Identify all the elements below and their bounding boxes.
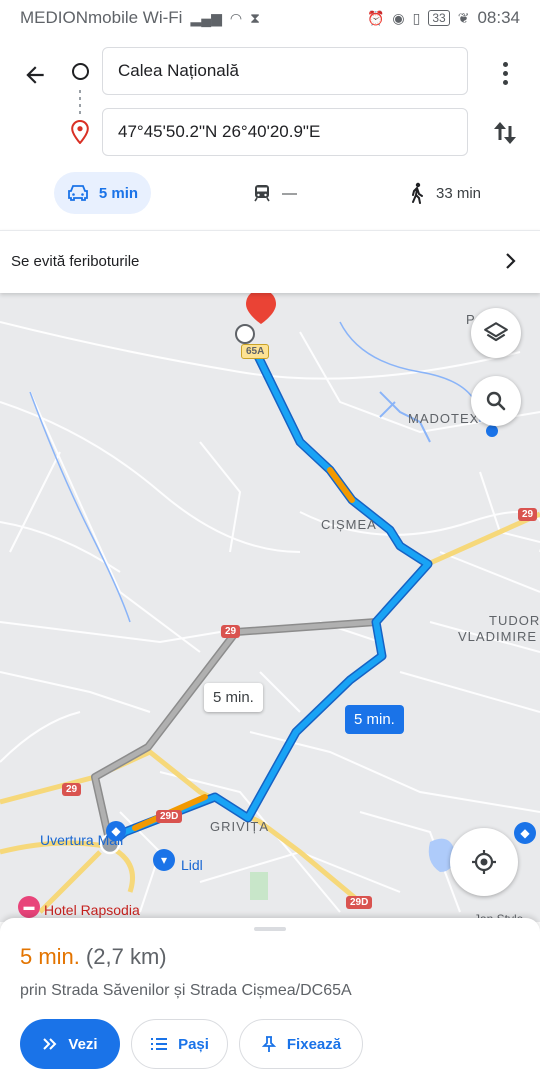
status-bar: MEDIONmobile Wi-Fi ▂▄▆ ◠ ⧗ ⏰ ◉ ▯ 33 ❦ 08…	[0, 0, 540, 36]
arrow-left-icon	[26, 66, 44, 84]
eta-time: 5 min.	[20, 944, 80, 969]
double-chevron-icon	[43, 1038, 57, 1050]
map-label-cismea: CIȘMEA	[321, 517, 377, 532]
cart-icon[interactable]: ▾	[153, 849, 175, 871]
vibrate-icon: ▯	[412, 9, 421, 26]
mode-transit[interactable]: —	[252, 172, 297, 214]
origin-field[interactable]: Calea Națională	[102, 47, 468, 95]
list-icon	[151, 1038, 168, 1050]
origin-value: Calea Națională	[118, 61, 239, 80]
layers-icon	[484, 322, 508, 342]
pin-icon	[261, 1036, 277, 1052]
alarm-icon: ⏰	[366, 9, 385, 26]
start-navigation-button[interactable]: Vezi	[20, 1019, 120, 1069]
route-options-banner[interactable]: Se evită feriboturile	[0, 230, 540, 293]
map-label-hotel-rapsodia[interactable]: Hotel Rapsodia	[44, 902, 140, 918]
avoid-ferries-text: Se evită feriboturile	[11, 253, 140, 270]
route-eta: 5 min. (2,7 km)	[20, 944, 167, 970]
crosshair-icon	[472, 850, 496, 874]
car-icon	[68, 185, 88, 201]
hourglass-icon: ⧗	[250, 9, 260, 26]
start-label: Vezi	[68, 1035, 98, 1053]
road-shield-29d-a: 29D	[156, 810, 183, 823]
swap-button[interactable]	[490, 116, 520, 150]
road-shield-29-left: 29	[62, 783, 82, 796]
map-canvas	[0, 292, 540, 914]
chevron-right-icon	[506, 253, 516, 269]
more-vert-icon	[502, 61, 508, 67]
more-options-button[interactable]	[490, 56, 520, 90]
shopping-bag-icon[interactable]: ◆	[106, 821, 126, 841]
directions-header: Calea Națională 47°45'50.2"N 26°40'20.9"…	[0, 36, 540, 230]
steps-button[interactable]: Pași	[131, 1019, 228, 1069]
back-button[interactable]	[18, 58, 52, 92]
mode-drive-label: 5 min	[98, 184, 139, 202]
swap-vert-icon	[494, 122, 516, 144]
map-label-tudor: TUDOR	[489, 613, 540, 628]
eta-distance: (2,7 km)	[85, 944, 167, 969]
mode-transit-label: —	[282, 184, 297, 202]
mode-walk[interactable]: 33 min	[408, 172, 481, 214]
hotel-bed-icon[interactable]: ▬	[18, 896, 40, 918]
route-summary-sheet[interactable]: 5 min. (2,7 km) prin Strada Săvenilor și …	[0, 918, 540, 1080]
destination-field[interactable]: 47°45'50.2"N 26°40'20.9"E	[102, 108, 468, 156]
road-shield-65a: 65A	[241, 344, 270, 359]
search-along-route-button[interactable]	[471, 376, 521, 426]
my-location-button[interactable]	[450, 828, 518, 896]
road-shield-29-mid: 29	[221, 625, 241, 638]
map-label-grivita: GRIVIȚA	[210, 819, 270, 834]
poi-dot-icon[interactable]	[486, 425, 498, 437]
map-view[interactable]: CIȘMEA MADOTEX TUDOR VLADIMIRE GRIVIȚA U…	[0, 292, 540, 922]
sheet-drag-handle[interactable]	[254, 927, 286, 931]
walk-icon	[412, 182, 423, 204]
route-dots-divider	[79, 90, 81, 114]
battery-indicator: 33	[428, 10, 450, 26]
train-icon	[254, 185, 270, 202]
mode-walk-label: 33 min	[436, 184, 482, 202]
layers-button[interactable]	[471, 308, 521, 358]
route-via: prin Strada Săvenilor și Strada Cișmea/D…	[20, 982, 352, 999]
origin-circle-icon	[72, 63, 89, 80]
road-shield-29-right: 29	[518, 508, 538, 521]
location-status-icon: ◉	[392, 9, 405, 26]
steps-label: Pași	[178, 1035, 209, 1053]
main-route-callout[interactable]: 5 min.	[345, 705, 404, 734]
map-label-lidl[interactable]: Lidl	[181, 857, 203, 873]
signal-icon: ▂▄▆	[190, 9, 222, 26]
road-shield-29d-b: 29D	[346, 896, 373, 909]
pin-route-button[interactable]: Fixează	[239, 1019, 363, 1069]
store-icon[interactable]: ◆	[514, 822, 536, 844]
destination-value: 47°45'50.2"N 26°40'20.9"E	[118, 122, 321, 141]
map-label-madotex: MADOTEX	[408, 411, 480, 426]
clock: 08:34	[477, 8, 520, 27]
map-label-vladimirescu: VLADIMIRE	[458, 629, 538, 644]
destination-pin-icon	[70, 119, 90, 149]
search-icon	[486, 391, 506, 411]
mode-drive[interactable]: 5 min	[54, 172, 151, 214]
travel-modes: 5 min — 33 min	[0, 172, 540, 216]
wifi-icon: ◠	[229, 9, 243, 26]
alt-route-callout[interactable]: 5 min.	[204, 683, 263, 712]
pin-label: Fixează	[286, 1035, 342, 1053]
carrier-label: MEDIONmobile Wi-Fi	[20, 8, 183, 27]
leaf-icon: ❦	[457, 9, 470, 26]
